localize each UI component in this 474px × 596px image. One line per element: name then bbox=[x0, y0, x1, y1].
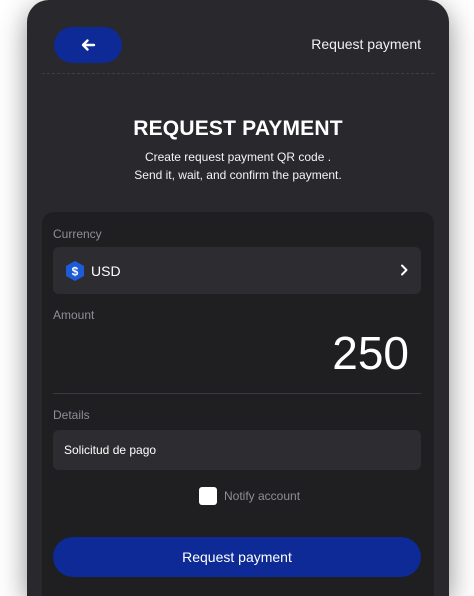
subtitle-line-2: Send it, wait, and confirm the payment. bbox=[134, 168, 342, 182]
payment-form-card: Currency $ USD Amount 250 Details Solici… bbox=[42, 212, 434, 596]
svg-text:$: $ bbox=[72, 264, 79, 278]
back-button[interactable] bbox=[54, 27, 122, 63]
app-screen: Request payment REQUEST PAYMENT Create r… bbox=[27, 0, 449, 596]
amount-divider bbox=[53, 393, 421, 394]
currency-label: Currency bbox=[53, 227, 102, 241]
notify-label: Notify account bbox=[224, 489, 301, 503]
header-divider bbox=[42, 73, 434, 74]
chevron-right-icon bbox=[397, 263, 411, 277]
page-title: REQUEST PAYMENT bbox=[133, 117, 343, 140]
request-payment-button[interactable]: Request payment bbox=[53, 537, 421, 577]
notify-checkbox[interactable] bbox=[199, 487, 217, 505]
details-input[interactable]: Solicitud de pago bbox=[53, 430, 421, 470]
arrow-left-icon bbox=[79, 36, 97, 54]
notify-account-option: Notify account bbox=[199, 487, 300, 505]
top-bar: Request payment bbox=[27, 0, 449, 74]
amount-label: Amount bbox=[53, 308, 95, 322]
page-subtitle: Create request payment QR code . Send it… bbox=[27, 148, 449, 184]
currency-value: USD bbox=[91, 262, 121, 279]
subtitle-line-1: Create request payment QR code . bbox=[144, 150, 332, 164]
header-title: Request payment bbox=[311, 36, 421, 52]
hero-section: REQUEST PAYMENT Create request payment Q… bbox=[27, 117, 449, 184]
details-label: Details bbox=[53, 408, 90, 422]
currency-select[interactable]: $ USD bbox=[53, 247, 421, 294]
amount-input[interactable]: 250 bbox=[53, 324, 409, 382]
dollar-coin-icon: $ bbox=[64, 260, 86, 282]
